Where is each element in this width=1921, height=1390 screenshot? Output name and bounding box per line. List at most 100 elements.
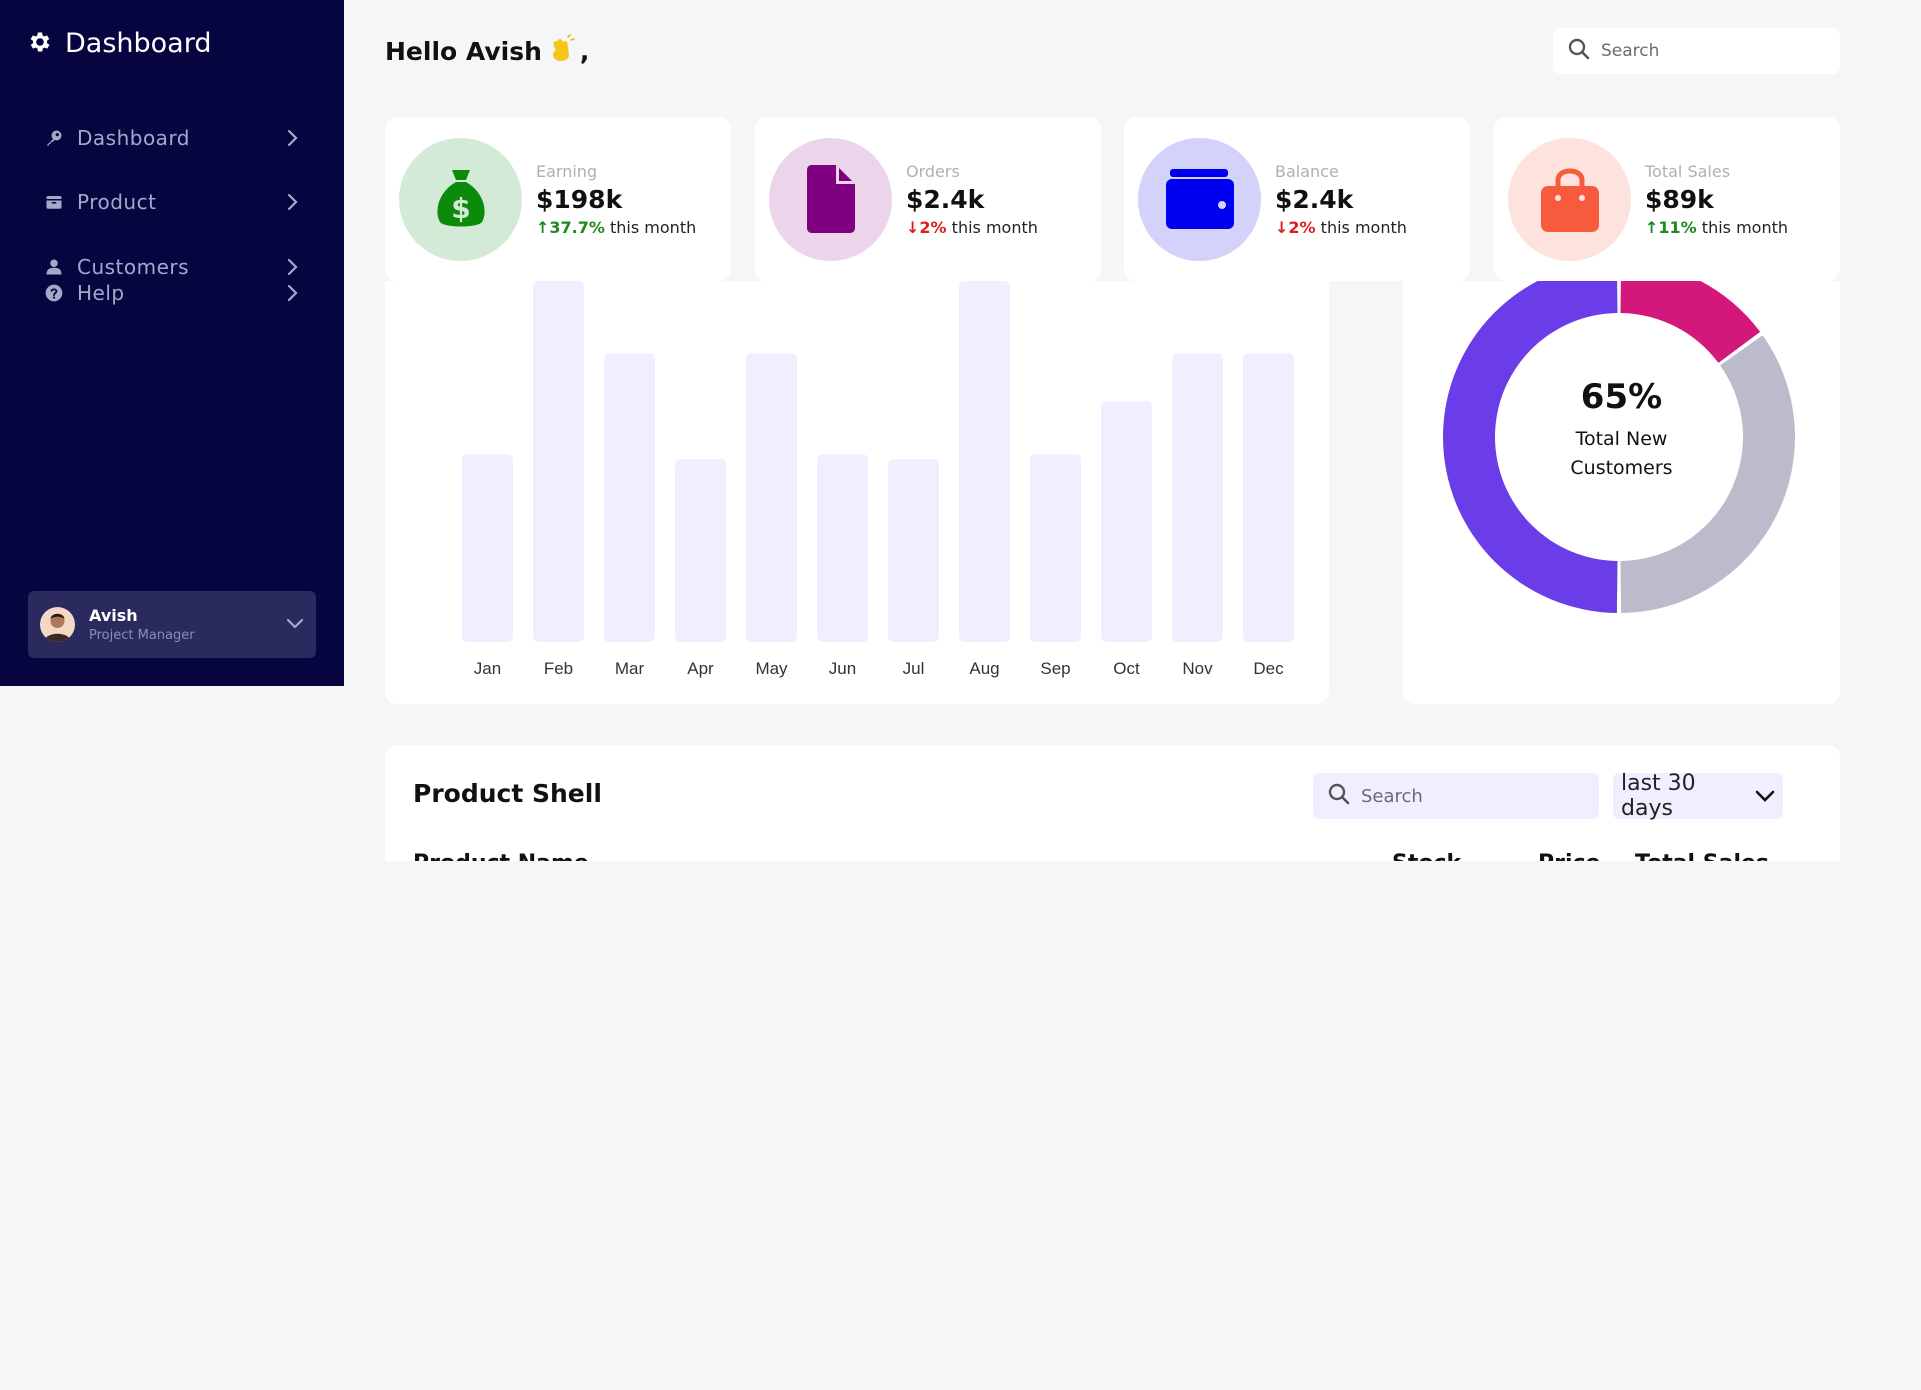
stat-card-balance: Balance $2.4k ↓2% this month xyxy=(1124,117,1470,281)
brand-title: Dashboard xyxy=(65,28,212,59)
chevron-down-icon[interactable] xyxy=(286,615,304,634)
sidebar-item-label: Dashboard xyxy=(77,126,191,150)
x-tick-label: Feb xyxy=(544,659,573,678)
chevron-right-icon xyxy=(283,283,303,303)
customers-donut-chart: 65% Total New Customers xyxy=(1403,281,1840,704)
donut-label-line1: Total New xyxy=(1575,428,1668,450)
stat-label: Balance xyxy=(1275,161,1339,181)
stat-change: ↓2% this month xyxy=(1275,218,1407,237)
stat-value: $89k xyxy=(1645,184,1714,214)
sidebar-item-label: Help xyxy=(77,281,125,305)
sidebar-item-product[interactable]: Product xyxy=(43,190,303,214)
x-tick-label: Mar xyxy=(615,659,645,678)
column-header[interactable]: Product Name xyxy=(413,851,589,861)
brand[interactable]: Dashboard xyxy=(27,28,211,59)
key-icon xyxy=(43,127,65,149)
waving-hand-icon xyxy=(546,33,576,69)
x-tick-label: Apr xyxy=(687,659,714,678)
stat-value: $2.4k xyxy=(906,184,985,214)
x-tick-label: Nov xyxy=(1182,659,1213,678)
bar-feb[interactable] xyxy=(533,281,584,642)
search-input[interactable]: Search xyxy=(1553,28,1840,74)
change-value: ↓2% xyxy=(1275,217,1316,237)
stat-value: $2.4k xyxy=(1275,184,1354,214)
stat-value: $198k xyxy=(536,184,623,214)
chevron-right-icon xyxy=(283,192,303,212)
search-icon xyxy=(1327,782,1351,811)
x-tick-label: Aug xyxy=(969,659,999,678)
chevron-right-icon xyxy=(283,257,303,277)
search-icon xyxy=(1567,37,1591,66)
date-range-select[interactable]: last 30 days xyxy=(1613,771,1783,821)
change-value: ↑37.7% xyxy=(536,217,605,237)
stat-card-orders: Orders $2.4k ↓2% this month xyxy=(755,117,1101,281)
gear-icon xyxy=(27,29,53,59)
bar-apr[interactable] xyxy=(675,459,726,642)
bar-dec[interactable] xyxy=(1243,353,1294,642)
sidebar-item-label: Product xyxy=(77,190,157,214)
x-tick-label: Dec xyxy=(1253,659,1284,678)
x-tick-label: Jul xyxy=(903,659,925,678)
sidebar-item-help[interactable]: Help xyxy=(43,281,303,305)
bar-jan[interactable] xyxy=(462,454,513,642)
shopping-bag-icon xyxy=(1508,137,1631,261)
avatar xyxy=(40,607,75,642)
bar-jul[interactable] xyxy=(888,459,939,642)
stat-card-earning: $ Earning $198k ↑37.7% this month xyxy=(385,117,731,281)
user-role: Project Manager xyxy=(89,628,195,643)
bar-jun[interactable] xyxy=(817,454,868,642)
x-tick-label: Jan xyxy=(474,659,501,678)
user-name: Avish xyxy=(89,606,138,625)
chevron-down-icon xyxy=(1755,784,1775,809)
sidebar: Dashboard Dashboard Product Customers He… xyxy=(0,0,344,686)
product-table-title: Product Shell xyxy=(413,779,602,808)
column-header[interactable]: Price xyxy=(1538,851,1600,861)
stat-change: ↑11% this month xyxy=(1645,218,1788,237)
bar-oct[interactable] xyxy=(1101,401,1152,642)
change-period: this month xyxy=(1320,217,1407,237)
product-search-input[interactable]: Search xyxy=(1313,773,1599,819)
change-period: this month xyxy=(1701,217,1789,237)
stat-change: ↑37.7% this month xyxy=(536,218,696,237)
change-period: this month xyxy=(951,217,1038,237)
money-bag-icon: $ xyxy=(399,137,522,261)
user-card[interactable]: Avish Project Manager xyxy=(28,591,316,658)
x-tick-label: Sep xyxy=(1040,659,1070,678)
change-value: ↑11% xyxy=(1645,217,1697,237)
stat-label: Orders xyxy=(906,161,960,181)
stat-label: Earning xyxy=(536,161,598,181)
bar-mar[interactable] xyxy=(604,353,655,642)
chevron-right-icon xyxy=(283,128,303,148)
sidebar-item-label: Customers xyxy=(77,255,190,279)
donut-center: 65% Total New Customers xyxy=(1403,377,1840,483)
donut-slice[interactable] xyxy=(1620,281,1761,363)
question-icon xyxy=(43,282,65,304)
product-table-card: Product Shell Search last 30 days Produc… xyxy=(385,745,1840,861)
document-icon xyxy=(769,137,892,261)
donut-center-value: 65% xyxy=(1580,377,1663,417)
change-value: ↓2% xyxy=(906,217,947,237)
x-tick-label: Oct xyxy=(1113,659,1140,678)
column-header[interactable]: Stock xyxy=(1392,851,1461,861)
change-period: this month xyxy=(610,217,697,237)
donut-chart-svg xyxy=(1443,281,1795,613)
stat-card-total-sales: Total Sales $89k ↑11% this month xyxy=(1494,117,1840,281)
sidebar-item-dashboard[interactable]: Dashboard xyxy=(43,126,303,150)
x-tick-label: May xyxy=(755,659,788,678)
bar-sep[interactable] xyxy=(1030,454,1081,642)
donut-center-label: Total New Customers xyxy=(1403,425,1840,483)
box-icon xyxy=(43,191,65,213)
column-header[interactable]: Total Sales xyxy=(1635,851,1769,861)
bar-nov[interactable] xyxy=(1172,353,1223,642)
wallet-icon xyxy=(1138,137,1261,261)
x-tick-label: Jun xyxy=(829,659,856,678)
stat-label: Total Sales xyxy=(1645,161,1731,181)
stat-change: ↓2% this month xyxy=(906,218,1038,237)
greeting-text: Hello Avish xyxy=(385,36,542,66)
search-placeholder: Search xyxy=(1601,41,1660,61)
sidebar-item-customers[interactable]: Customers xyxy=(43,255,303,279)
bar-may[interactable] xyxy=(746,353,797,642)
bar-aug[interactable] xyxy=(959,281,1010,642)
monthly-bar-chart: Jan Feb Mar Apr May Jun Jul Aug Sep Oct Nov Dec xyxy=(385,281,1329,704)
svg-text:$: $ xyxy=(451,192,470,225)
